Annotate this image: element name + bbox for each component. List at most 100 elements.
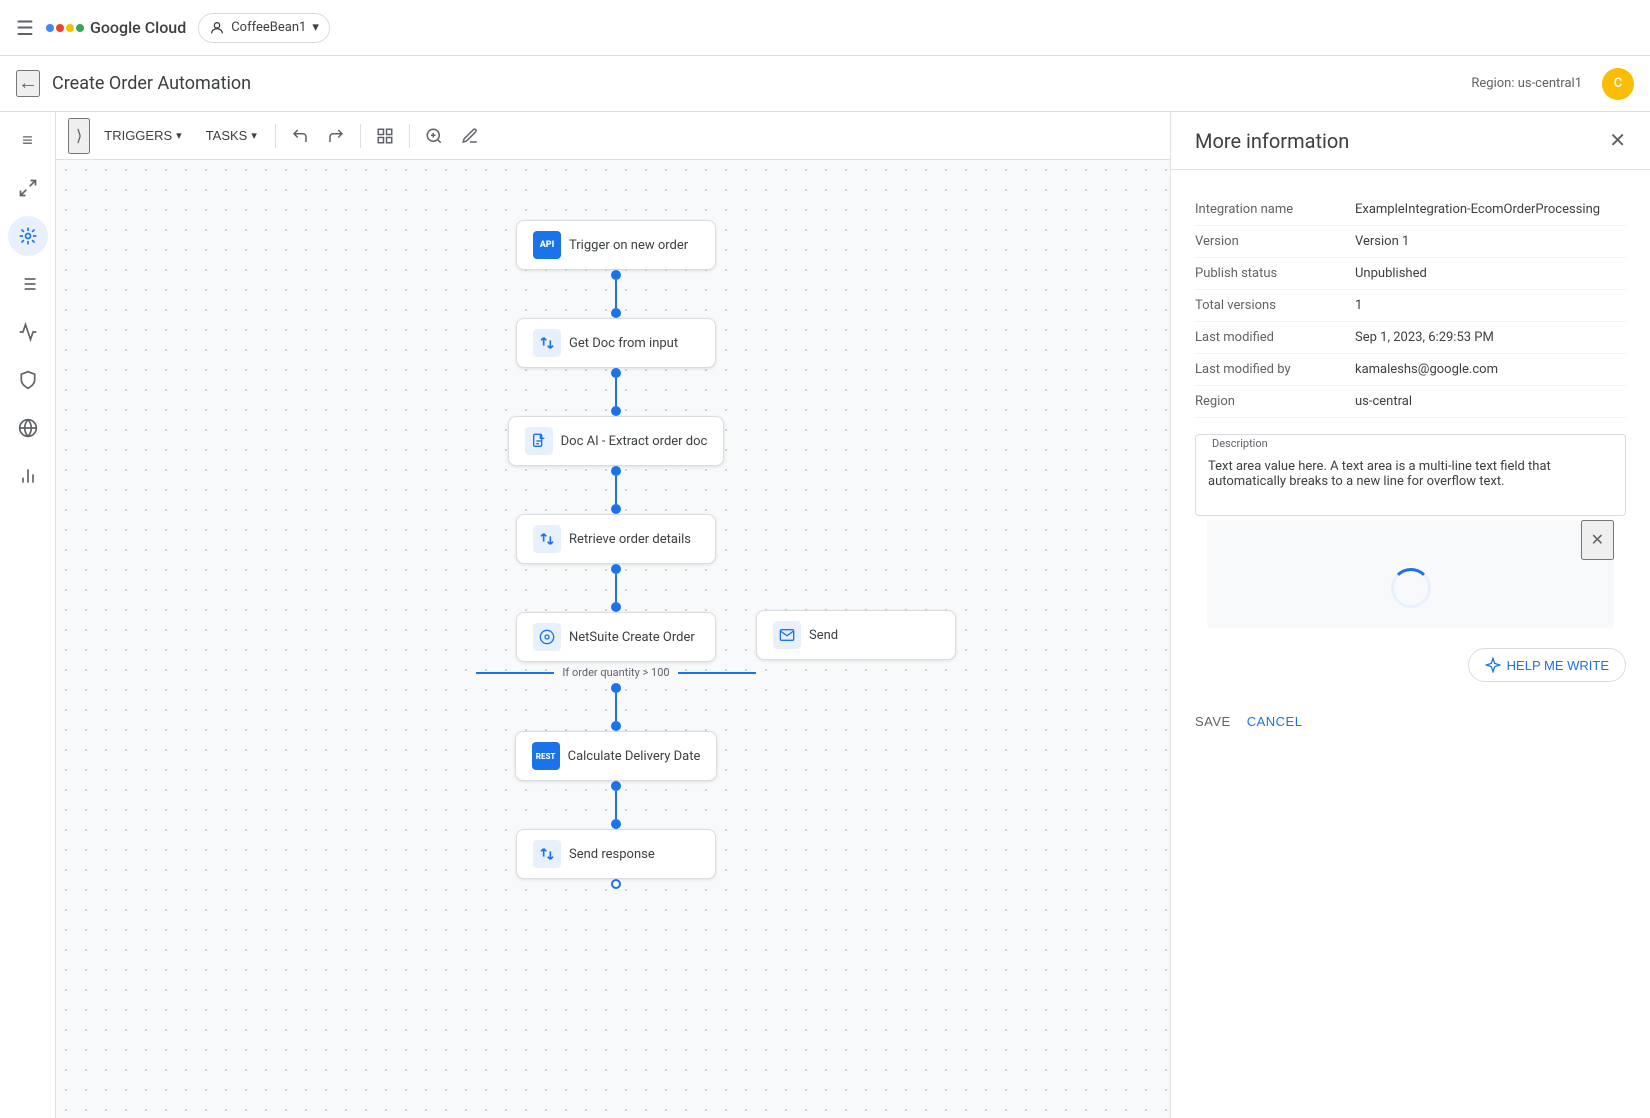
connector-dot-10 (611, 721, 621, 731)
connector-dot-end (611, 879, 621, 889)
google-cloud-logo: Google Cloud (46, 18, 186, 37)
connector-dot-5 (611, 466, 621, 476)
project-chip[interactable]: CoffeeBean1 ▾ (198, 13, 330, 43)
canvas-wrapper: ⟩ TRIGGERS TASKS (56, 112, 1170, 1118)
description-label: Description (1204, 437, 1276, 450)
flow-node-calculate[interactable]: REST Calculate Delivery Date (515, 731, 718, 781)
redo-button[interactable] (320, 120, 352, 152)
cancel-button[interactable]: CANCEL (1247, 714, 1303, 729)
pen-button[interactable] (454, 120, 486, 152)
node-label-calculate: Calculate Delivery Date (568, 749, 701, 764)
save-button[interactable]: SAVE (1195, 714, 1231, 729)
node-label-get-doc: Get Doc from input (569, 336, 678, 351)
value-region: us-central (1355, 394, 1412, 409)
panel-title: More information (1195, 129, 1349, 153)
hamburger-icon[interactable]: ☰ (16, 16, 34, 40)
connector-dot-9 (611, 683, 621, 693)
canvas[interactable]: API Trigger on new order Get Doc from in… (56, 160, 1170, 1118)
main-layout: ≡ (0, 112, 1650, 1118)
help-me-write-button[interactable]: HELP ME WRITE (1468, 648, 1626, 682)
zoom-button[interactable] (418, 120, 450, 152)
label-last-modified: Last modified (1195, 330, 1355, 345)
close-panel-button[interactable]: ✕ (1609, 128, 1626, 153)
flow-node-netsuite[interactable]: NetSuite Create Order (516, 612, 716, 662)
sidebar-item-integration[interactable] (8, 216, 48, 256)
loading-spinner (1391, 568, 1431, 608)
node-label-send-response: Send response (569, 847, 655, 862)
undo-button[interactable] (284, 120, 316, 152)
value-total-versions: 1 (1355, 298, 1362, 313)
sidebar-item-globe[interactable] (8, 408, 48, 448)
logo-dot-blue (46, 24, 54, 32)
api-icon: API (533, 231, 561, 259)
page-toolbar: ← Create Order Automation Region: us-cen… (0, 56, 1650, 112)
node-label-doc-ai: Doc AI - Extract order doc (561, 434, 708, 449)
connector-dot-8 (611, 602, 621, 612)
sidebar-item-shield[interactable] (8, 360, 48, 400)
sidebar-item-chart[interactable] (8, 312, 48, 352)
tasks-button[interactable]: TASKS (196, 122, 267, 149)
label-publish-status: Publish status (1195, 266, 1355, 281)
node-label-netsuite: NetSuite Create Order (569, 630, 695, 645)
info-row-total-versions: Total versions 1 (1195, 290, 1626, 322)
flow-node-send[interactable]: Send (756, 610, 956, 660)
connector-dot-1 (611, 270, 621, 280)
connector-dot-11 (611, 781, 621, 791)
panel-content: Integration name ExampleIntegration-Ecom… (1171, 170, 1650, 1118)
value-version: Version 1 (1355, 234, 1409, 249)
sidebar-item-menu[interactable]: ≡ (8, 120, 48, 160)
connector-3 (615, 476, 617, 504)
toolbar-divider-3 (409, 124, 410, 148)
collapse-button[interactable]: ⟩ (68, 118, 90, 154)
panel-header: More information ✕ (1171, 112, 1650, 170)
value-integration-name: ExampleIntegration-EcomOrderProcessing (1355, 202, 1600, 217)
region-label: Region: us-central1 (1471, 76, 1582, 91)
connector-dot-12 (611, 819, 621, 829)
back-button[interactable]: ← (16, 70, 40, 97)
triggers-button[interactable]: TRIGGERS (94, 122, 191, 149)
label-total-versions: Total versions (1195, 298, 1355, 313)
flow-node-send-response[interactable]: Send response (516, 829, 716, 879)
value-last-modified: Sep 1, 2023, 6:29:53 PM (1355, 330, 1494, 345)
page-title: Create Order Automation (52, 73, 1459, 94)
flow-node-get-doc[interactable]: Get Doc from input (516, 318, 716, 368)
spinner-overlay: ✕ (1207, 520, 1614, 628)
flow-container: API Trigger on new order Get Doc from in… (476, 220, 756, 889)
node-label-trigger: Trigger on new order (569, 238, 688, 253)
top-bar: ☰ Google Cloud CoffeeBean1 ▾ (0, 0, 1650, 56)
flow-node-doc-ai[interactable]: Doc AI - Extract order doc (508, 416, 725, 466)
editor-toolbar: ⟩ TRIGGERS TASKS (56, 112, 1170, 160)
layout-button[interactable] (369, 120, 401, 152)
branch-label: If order quantity > 100 (554, 666, 677, 679)
logo-dots (46, 24, 84, 32)
connector-2 (615, 378, 617, 406)
value-publish-status: Unpublished (1355, 266, 1427, 281)
netsuite-icon (533, 623, 561, 651)
project-name: CoffeeBean1 (231, 20, 306, 35)
arrows-icon-2 (533, 525, 561, 553)
doc-icon (525, 427, 553, 455)
connector-dot-6 (611, 504, 621, 514)
sidebar-item-analytics[interactable] (8, 456, 48, 496)
description-textarea[interactable] (1196, 451, 1625, 511)
right-panel: More information ✕ Integration name Exam… (1170, 112, 1650, 1118)
toolbar-divider-2 (360, 124, 361, 148)
spinner-close-button[interactable]: ✕ (1581, 520, 1614, 560)
sidebar-item-arrow[interactable] (8, 168, 48, 208)
logo-dot-yellow (66, 24, 74, 32)
info-row-last-modified-by: Last modified by kamaleshs@google.com (1195, 354, 1626, 386)
info-row-region: Region us-central (1195, 386, 1626, 418)
avatar: C (1602, 68, 1634, 100)
connector-4 (615, 574, 617, 602)
connector-dot-2 (611, 308, 621, 318)
flow-node-trigger[interactable]: API Trigger on new order (516, 220, 716, 270)
node-label-send: Send (809, 628, 838, 643)
help-me-write-label: HELP ME WRITE (1507, 658, 1609, 673)
flow-node-retrieve[interactable]: Retrieve order details (516, 514, 716, 564)
connector-6 (615, 791, 617, 819)
info-row-integration-name: Integration name ExampleIntegration-Ecom… (1195, 194, 1626, 226)
arrows-icon-3 (533, 840, 561, 868)
sidebar-item-list[interactable] (8, 264, 48, 304)
label-region: Region (1195, 394, 1355, 409)
left-sidebar: ≡ (0, 112, 56, 1118)
